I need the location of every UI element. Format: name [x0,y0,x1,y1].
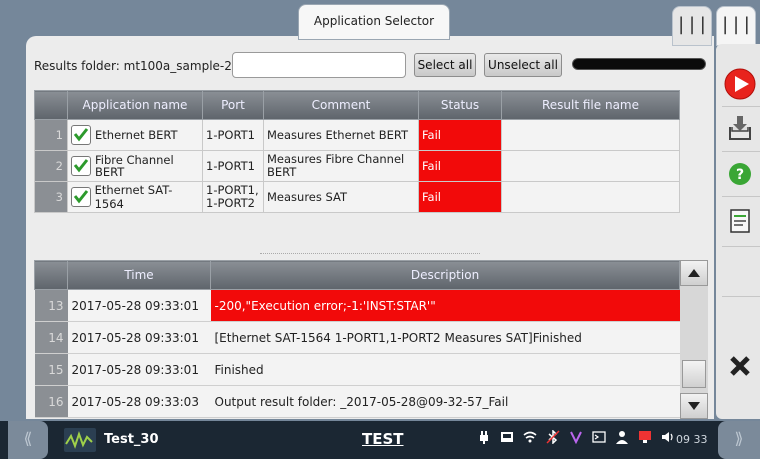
app-comment: Measures Ethernet BERT [263,119,419,151]
table-row[interactable]: 13 2017-05-28 09:33:01 -200,"Execution e… [34,289,680,322]
close-button[interactable] [720,346,760,386]
arrow-down-icon [688,402,700,410]
scroll-up-button[interactable] [680,260,708,286]
storage-icon [499,429,514,444]
apps-header-name[interactable]: Application name [67,90,203,120]
unselect-all-button[interactable]: Unselect all [484,53,562,77]
result-file [501,181,680,213]
log-description: -200,"Execution error;-1:'INST:STAR'" [210,289,680,322]
apps-header-comment[interactable]: Comment [263,90,419,120]
log-row-number: 13 [34,289,68,322]
table-row[interactable]: 2 Fibre Channel BERT 1-PORT1 Measures Fi… [34,150,680,182]
results-folder-input[interactable] [232,52,406,78]
app-port: 1-PORT1 [202,119,264,151]
scroll-thumb[interactable] [682,360,706,388]
network-alert-icon [637,429,652,444]
log-time: 2017-05-28 09:33:01 [67,321,211,354]
app-comment: Measures Fibre Channel BERT [263,150,419,182]
right-drawer-button[interactable]: ⟫ [718,421,760,459]
app-name: Fibre Channel BERT [95,153,174,179]
select-all-button[interactable]: Select all [414,53,476,77]
save-button[interactable] [720,108,760,148]
terminal-icon [591,429,606,444]
apps-header-status[interactable]: Status [418,90,502,120]
close-icon [730,356,750,376]
log-description: Output result folder: _2017-05-28@09-32-… [210,385,680,418]
report-button[interactable] [720,201,760,241]
log-table: Time Description 13 2017-05-28 09:33:01 … [34,260,680,418]
help-button[interactable]: ? [720,154,760,194]
app-comment: Measures SAT [263,181,419,213]
app-name: Ethernet BERT [95,128,178,142]
brand-logo [64,428,96,452]
log-row-number: 16 [34,385,68,418]
result-file [501,150,680,182]
log-row-number: 14 [34,321,68,354]
status-badge: Fail [418,181,502,213]
applications-table: Application name Port Comment Status Res… [34,90,680,213]
play-button[interactable] [720,64,760,104]
checkmark-icon [73,128,89,142]
results-folder-row: Results folder: mt100a_sample-2/ [34,52,236,80]
log-header-index [34,260,68,290]
save-icon [729,116,751,140]
clock: 09 33 [676,433,708,446]
arrow-up-icon [688,269,700,277]
help-icon: ? [729,163,751,185]
log-row-number: 15 [34,353,68,386]
waveform-logo-icon [65,430,93,449]
status-icons [476,429,675,444]
result-file [501,119,680,151]
results-folder-label: Results folder: mt100a_sample-2/ [34,59,236,73]
app-port: 1-PORT1, 1-PORT2 [202,181,264,213]
app-checkbox[interactable] [71,187,91,207]
row-number: 3 [34,181,68,213]
window-title-tab[interactable]: Application Selector [298,4,450,40]
svg-text:?: ? [736,167,744,183]
checkmark-icon [73,190,89,204]
apps-header-index [34,90,68,120]
wifi-icon [522,429,537,444]
app-checkbox[interactable] [71,156,91,176]
log-description: [Ethernet SAT-1564 1-PORT1,1-PORT2 Measu… [210,321,680,354]
apps-header-port[interactable]: Port [202,90,264,120]
checkmark-icon [73,159,89,173]
status-badge: Fail [418,150,502,182]
row-number: 1 [34,119,68,151]
app-checkbox[interactable] [71,125,91,145]
log-scrollbar[interactable] [680,260,708,419]
right-tab-2[interactable]: ||| [716,6,756,46]
apps-header-result[interactable]: Result file name [501,90,680,120]
log-description: Finished [210,353,680,386]
v-icon [568,429,583,444]
table-row[interactable]: 1 Ethernet BERT 1-PORT1 Measures Etherne… [34,119,680,151]
table-row[interactable]: 3 Ethernet SAT-1564 1-PORT1, 1-PORT2 Mea… [34,181,680,213]
table-row[interactable]: 14 2017-05-28 09:33:01 [Ethernet SAT-156… [34,321,680,354]
play-icon [724,68,756,100]
scroll-down-button[interactable] [680,393,708,419]
right-tab-1[interactable]: ||| [672,6,712,46]
row-number: 2 [34,150,68,182]
speaker-icon [660,429,675,444]
bluetooth-off-icon [545,429,560,444]
app-name: Ethernet SAT-1564 [94,183,173,211]
log-time: 2017-05-28 09:33:01 [67,289,211,322]
log-header-description[interactable]: Description [210,260,680,290]
report-icon [730,209,750,233]
status-badge: Fail [418,119,502,151]
log-time: 2017-05-28 09:33:01 [67,353,211,386]
app-port: 1-PORT1 [202,150,264,182]
user-icon [614,429,629,444]
progress-bar [572,58,706,70]
log-time: 2017-05-28 09:33:03 [67,385,211,418]
table-row[interactable]: 16 2017-05-28 09:33:03 Output result fol… [34,385,680,418]
table-row[interactable]: 15 2017-05-28 09:33:01 Finished [34,353,680,386]
left-drawer-button[interactable]: ⟪ [8,421,48,459]
mode-label[interactable]: TEST [362,430,404,448]
plug-icon [476,429,491,444]
pane-splitter[interactable] [260,253,480,257]
instrument-name: Test_30 [104,432,159,447]
log-header-time[interactable]: Time [67,260,211,290]
